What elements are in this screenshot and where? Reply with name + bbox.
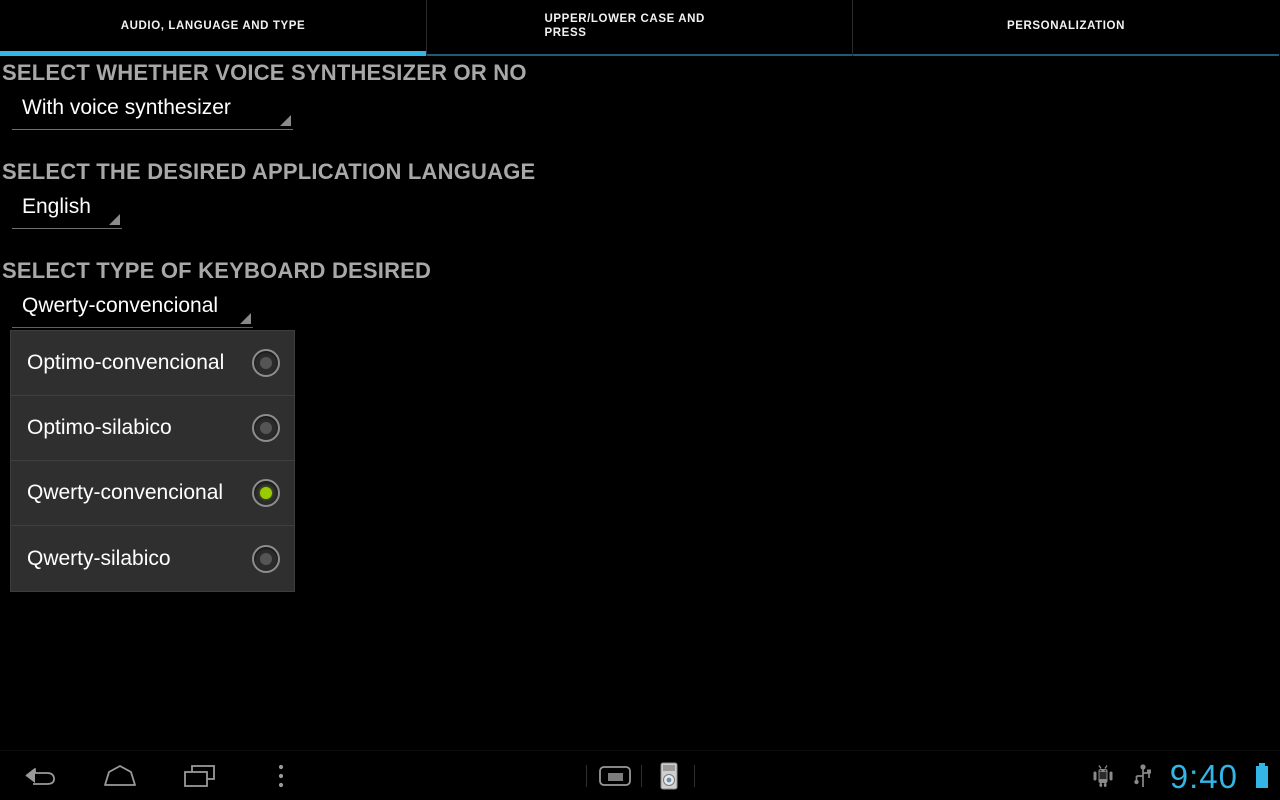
dropdown-item-label: Optimo-silabico — [27, 416, 172, 439]
chevron-down-icon — [109, 214, 120, 225]
spinner-selected-value: English — [22, 195, 91, 218]
section-header-voice-synthesizer: SELECT WHETHER VOICE SYNTHESIZER OR NO — [2, 60, 527, 85]
keyboard-type-dropdown-list[interactable]: Optimo-convencional Optimo-silabico Qwer… — [10, 330, 295, 592]
spinner-selected-value: With voice synthesizer — [22, 96, 231, 119]
android-debug-icon — [1090, 763, 1116, 789]
list-item[interactable]: Optimo-silabico — [11, 396, 294, 461]
radio-dot — [260, 357, 272, 369]
battery-icon — [1254, 762, 1270, 790]
radio-button-unselected[interactable] — [252, 349, 280, 377]
voice-synthesizer-spinner[interactable]: With voice synthesizer — [12, 94, 293, 130]
back-button[interactable] — [0, 751, 80, 800]
nav-divider — [694, 765, 695, 787]
home-icon — [104, 765, 136, 786]
home-button[interactable] — [80, 751, 160, 800]
radio-dot — [260, 422, 272, 434]
list-item[interactable]: Optimo-convencional — [11, 331, 294, 396]
recent-apps-button[interactable] — [160, 751, 240, 800]
nav-divider — [586, 765, 587, 787]
chevron-down-icon — [240, 313, 251, 324]
keyboard-switcher-button[interactable] — [592, 751, 637, 800]
keyboard-type-spinner[interactable]: Qwerty-convencional — [12, 292, 253, 328]
status-clock: 9:40 — [1169, 757, 1238, 795]
overflow-menu-icon — [278, 764, 284, 788]
radio-dot — [260, 552, 272, 565]
list-item[interactable]: Qwerty-silabico — [11, 526, 294, 591]
overflow-menu-button[interactable] — [241, 751, 321, 800]
list-item[interactable]: Qwerty-convencional — [11, 461, 294, 526]
dropdown-item-label: Qwerty-convencional — [27, 481, 224, 504]
tab-bar: AUDIO, LANGUAGE AND TYPE UPPER/LOWER CAS… — [0, 0, 1280, 56]
status-bar-icons[interactable]: 9:40 — [1090, 751, 1270, 800]
nav-divider — [641, 765, 642, 787]
spinner-selected-value: Qwerty-convencional — [22, 294, 219, 317]
screenshot-icon — [660, 762, 678, 790]
radio-dot — [260, 487, 272, 499]
tab-label: UPPER/LOWER CASE AND PRESS — [544, 12, 705, 39]
radio-button-unselected[interactable] — [252, 544, 280, 573]
tab-audio-language-and-type[interactable]: AUDIO, LANGUAGE AND TYPE — [0, 0, 426, 56]
screenshot-button[interactable] — [648, 751, 690, 800]
settings-content: SELECT WHETHER VOICE SYNTHESIZER OR NO W… — [0, 56, 1280, 750]
radio-button-selected[interactable] — [252, 479, 280, 507]
application-language-spinner[interactable]: English — [12, 193, 122, 229]
dropdown-item-label: Optimo-convencional — [27, 351, 225, 374]
section-header-application-language: SELECT THE DESIRED APPLICATION LANGUAGE — [2, 159, 536, 184]
dropdown-item-label: Qwerty-silabico — [27, 546, 171, 570]
recent-apps-icon — [184, 765, 215, 787]
radio-button-unselected[interactable] — [252, 414, 280, 442]
keyboard-switcher-icon — [598, 766, 631, 786]
tab-label: AUDIO, LANGUAGE AND TYPE — [120, 19, 306, 32]
usb-icon — [1132, 763, 1154, 789]
section-header-keyboard-type: SELECT TYPE OF KEYBOARD DESIRED — [2, 258, 432, 283]
back-arrow-icon — [25, 768, 55, 785]
tab-personalization[interactable]: PERSONALIZATION — [853, 0, 1279, 56]
tab-label: PERSONALIZATION — [1006, 19, 1126, 32]
chevron-down-icon — [280, 115, 291, 126]
tab-upper-lower-case-and-press[interactable]: UPPER/LOWER CASE AND PRESS — [426, 0, 853, 56]
system-navigation-bar: 9:40 — [0, 750, 1280, 800]
